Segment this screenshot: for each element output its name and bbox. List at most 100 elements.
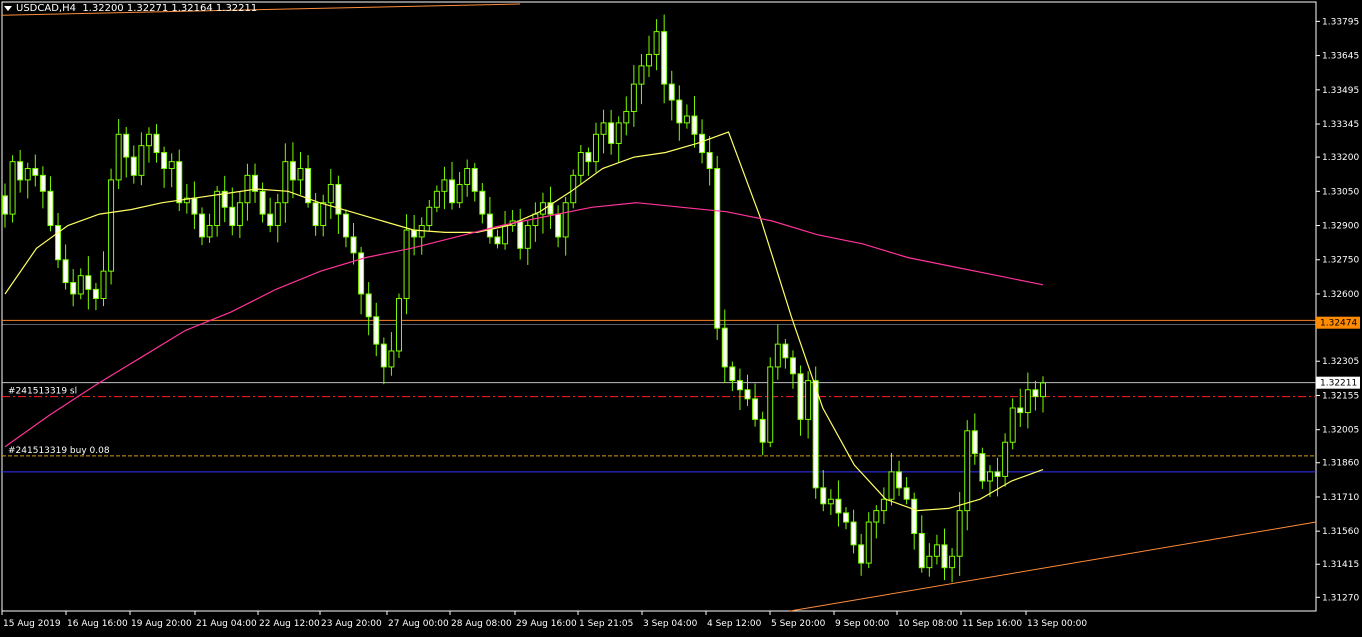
candle-body	[479, 190, 486, 215]
candle-body	[789, 357, 796, 375]
candle-body	[752, 398, 759, 420]
candle-body	[600, 122, 607, 135]
candle-body	[986, 471, 993, 482]
y-tick-label: 1.31560	[1322, 527, 1359, 537]
chart-symbol: USDCAD,H4	[16, 3, 76, 14]
candle-body	[426, 206, 433, 227]
candle-body	[1017, 407, 1024, 414]
candle-body	[494, 236, 501, 245]
candle-body	[486, 213, 493, 238]
candle-body	[365, 293, 372, 318]
candle-body	[683, 115, 690, 124]
candle-body	[456, 183, 463, 204]
x-tick-label: 13 Sep 00:00	[1027, 619, 1087, 629]
x-tick-label: 22 Aug 12:00	[259, 619, 320, 629]
candle-body	[524, 225, 531, 249]
candle-body	[517, 220, 524, 249]
candle-body	[592, 133, 599, 163]
candle-body	[161, 152, 168, 170]
candle-body	[661, 31, 668, 85]
candle-body	[1009, 407, 1016, 443]
x-tick-label: 9 Sep 00:00	[835, 619, 890, 629]
candle-body	[39, 174, 46, 192]
candle-body	[699, 133, 706, 154]
y-tick-label: 1.32155	[1322, 391, 1359, 401]
candle-body	[411, 229, 418, 238]
y-tick-label: 1.32305	[1322, 357, 1359, 367]
candle-body	[577, 152, 584, 176]
y-tick-label: 1.32900	[1322, 222, 1359, 232]
candle-body	[721, 327, 728, 368]
candle-body	[585, 152, 592, 163]
candle-body	[289, 161, 296, 181]
candle-body	[774, 343, 781, 368]
sl-order-label[interactable]: #241513319 sl	[8, 387, 77, 397]
x-tick-label: 16 Aug 16:00	[67, 619, 128, 629]
y-tick-label: 1.32005	[1322, 426, 1359, 436]
candle-body	[926, 555, 933, 569]
candle-body	[1032, 389, 1039, 398]
candle-body	[782, 343, 789, 359]
dropdown-triangle-icon[interactable]	[4, 5, 12, 11]
candle-body	[653, 31, 660, 55]
candle-body	[297, 168, 304, 181]
candle-body	[918, 532, 925, 569]
y-tick-label: 1.31415	[1322, 560, 1359, 570]
candle-body	[714, 168, 721, 329]
level-price-label: 1.32474	[1320, 319, 1357, 329]
x-tick-label: 11 Sep 16:00	[962, 619, 1022, 629]
candle-body	[145, 133, 152, 147]
candle-body	[373, 316, 380, 345]
candle-body	[933, 544, 940, 557]
candle-body	[206, 225, 213, 238]
chart-ohlc: 1.32200 1.32271 1.32164 1.32211	[82, 3, 258, 14]
chart-window[interactable]: USDCAD,H4 1.32200 1.32271 1.32164 1.3221…	[0, 0, 1362, 633]
candle-body	[9, 161, 16, 215]
x-tick-label: 29 Aug 16:00	[516, 619, 577, 629]
candle-body	[274, 202, 281, 227]
candle-body	[471, 168, 478, 192]
candle-body	[85, 275, 92, 290]
candle-body	[350, 236, 357, 254]
candle-body	[335, 183, 342, 215]
candle-body	[92, 288, 99, 300]
y-tick-label: 1.33495	[1322, 86, 1359, 96]
candle-body	[979, 453, 986, 482]
x-tick-label: 27 Aug 00:00	[388, 619, 449, 629]
candle-body	[555, 213, 562, 238]
candle-body	[441, 179, 448, 192]
candle-body	[706, 152, 713, 170]
y-tick-label: 1.32750	[1322, 256, 1359, 266]
candle-body	[2, 195, 8, 215]
candle-body	[502, 225, 509, 245]
candle-body	[395, 298, 402, 352]
candle-body	[100, 270, 107, 300]
candle-body	[62, 259, 69, 284]
candle-body	[827, 498, 834, 505]
candle-body	[896, 471, 903, 489]
buy-order-label[interactable]: #241513319 buy 0.08	[8, 446, 110, 456]
candle-body	[744, 389, 751, 400]
candle-body	[820, 487, 827, 505]
candle-body	[676, 99, 683, 124]
candle-body	[115, 133, 122, 181]
candle-body	[312, 202, 319, 227]
candle-body	[941, 544, 948, 569]
candle-body	[805, 380, 812, 420]
price-chart[interactable]: #241513319 sl #241513319 buy 0.08 1.33795 1…	[0, 0, 1362, 633]
candle-body	[956, 510, 963, 557]
candle-body	[532, 213, 539, 227]
candle-body	[191, 197, 198, 215]
candle-body	[843, 512, 850, 523]
candle-body	[380, 343, 387, 368]
chart-header: USDCAD,H4 1.32200 1.32271 1.32164 1.3221…	[4, 3, 257, 14]
candle-body	[888, 471, 895, 500]
x-tick-label: 10 Sep 08:00	[898, 619, 958, 629]
candle-body	[691, 115, 698, 135]
candle-body	[903, 487, 910, 500]
candle-body	[971, 430, 978, 455]
candle-body	[1040, 382, 1046, 398]
candle-body	[130, 156, 137, 176]
candle-body	[964, 430, 971, 512]
x-tick-label: 4 Sep 12:00	[707, 619, 762, 629]
